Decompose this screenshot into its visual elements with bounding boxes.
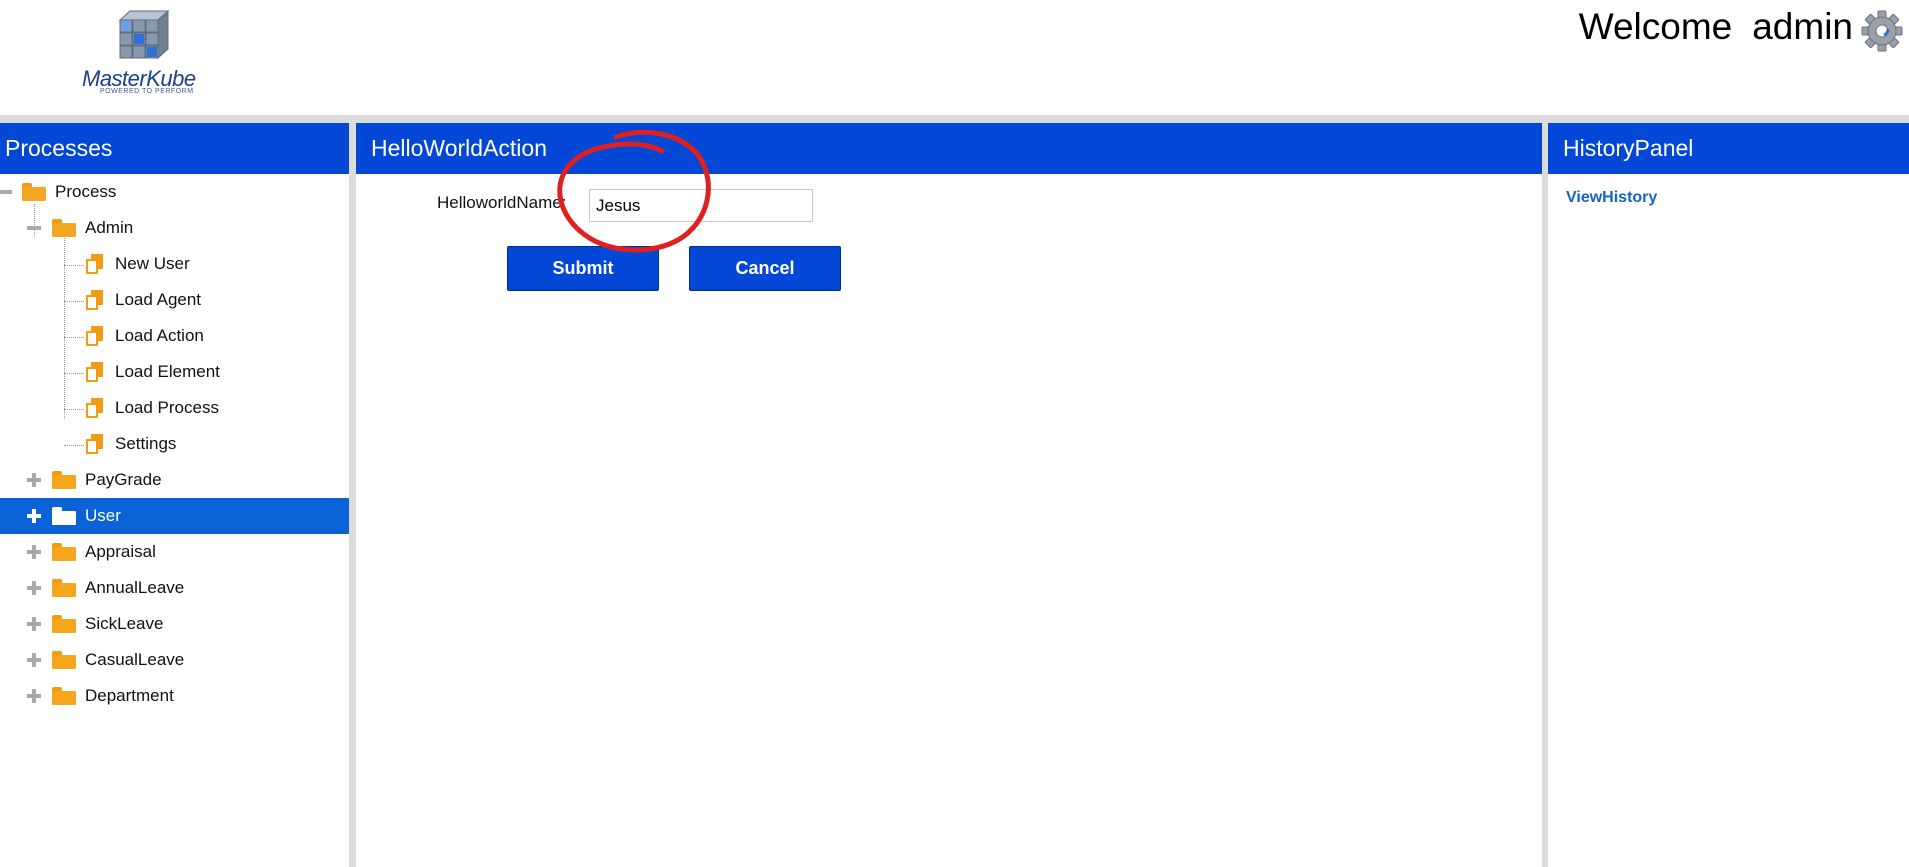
helloworld-name-input[interactable] — [589, 189, 813, 222]
tree-item-label: PayGrade — [85, 470, 162, 489]
folder-icon — [52, 615, 76, 633]
tree-item-sickleave[interactable]: SickLeave — [0, 606, 349, 642]
panel-splitter[interactable] — [349, 123, 356, 867]
tree-item-process[interactable]: Process — [0, 174, 349, 210]
folder-icon — [52, 507, 76, 525]
tree-item-new-user[interactable]: New User — [0, 246, 349, 282]
action-panel: HelloWorldAction — [356, 123, 1542, 867]
tree-item-settings[interactable]: Settings — [0, 426, 349, 462]
folder-open-icon — [52, 219, 76, 237]
tree-item-label: CasualLeave — [85, 650, 185, 669]
tree-item-label: Appraisal — [85, 542, 156, 561]
expand-icon[interactable] — [27, 689, 41, 703]
cube-logo-icon — [118, 9, 170, 60]
tree-item-label: Load Process — [115, 398, 219, 417]
expand-icon[interactable] — [27, 581, 41, 595]
tree-item-paygrade[interactable]: PayGrade — [0, 462, 349, 498]
folder-icon — [52, 471, 76, 489]
tree-item-label: Load Element — [115, 362, 220, 381]
document-icon — [86, 254, 104, 274]
tree-item-user[interactable]: User — [0, 498, 349, 534]
tree-item-label: New User — [115, 254, 190, 273]
history-panel-title: HistoryPanel — [1548, 123, 1909, 174]
document-icon — [86, 290, 104, 310]
username: admin — [1752, 6, 1853, 47]
header-divider — [0, 115, 1909, 123]
expand-icon[interactable] — [27, 509, 41, 523]
tree-item-appraisal[interactable]: Appraisal — [0, 534, 349, 570]
processes-panel: Processes Process Admin New User Load Ag… — [0, 123, 349, 867]
tree-item-load-agent[interactable]: Load Agent — [0, 282, 349, 318]
expand-icon[interactable] — [27, 653, 41, 667]
tree-item-department[interactable]: Department — [0, 678, 349, 714]
document-icon — [86, 362, 104, 382]
app-header: MasterKube POWERED TO PERFORM Welcome adm… — [0, 0, 1909, 115]
expand-icon[interactable] — [27, 473, 41, 487]
folder-open-icon — [22, 183, 46, 201]
document-icon — [86, 434, 104, 454]
welcome-label: Welcome — [1578, 6, 1733, 47]
folder-icon — [52, 687, 76, 705]
folder-icon — [52, 651, 76, 669]
cancel-button[interactable]: Cancel — [689, 246, 841, 291]
action-panel-title: HelloWorldAction — [356, 123, 1542, 174]
tree-item-label: User — [85, 506, 121, 525]
document-icon — [86, 326, 104, 346]
processes-panel-title: Processes — [0, 123, 349, 174]
tree-item-label: Admin — [85, 218, 134, 237]
tree-item-label: Process — [55, 182, 117, 201]
document-icon — [86, 398, 104, 418]
masterkube-logo[interactable]: MasterKube POWERED TO PERFORM — [80, 4, 200, 95]
tree-item-label: Department — [85, 686, 174, 705]
history-panel: HistoryPanel — [1548, 123, 1909, 867]
expand-icon[interactable] — [27, 617, 41, 631]
welcome-message: Welcome admin — [1579, 6, 1853, 48]
expand-icon[interactable] — [27, 545, 41, 559]
submit-button[interactable]: Submit — [507, 246, 659, 291]
tree-item-label: SickLeave — [85, 614, 164, 633]
tree-item-load-action[interactable]: Load Action — [0, 318, 349, 354]
tree-item-admin[interactable]: Admin — [0, 210, 349, 246]
view-history-link[interactable]: ViewHistory — [1566, 189, 1657, 207]
tree-item-load-element[interactable]: Load Element — [0, 354, 349, 390]
folder-icon — [52, 543, 76, 561]
tree-item-annualleave[interactable]: AnnualLeave — [0, 570, 349, 606]
gear-icon[interactable] — [1861, 10, 1903, 52]
tree-item-label: Settings — [115, 434, 177, 453]
tree-item-label: Load Agent — [115, 290, 202, 309]
tree-item-label: Load Action — [115, 326, 204, 345]
helloworld-name-label: HelloworldName: — [437, 193, 567, 212]
logo-tagline: POWERED TO PERFORM — [100, 88, 194, 95]
tree-item-casualleave[interactable]: CasualLeave — [0, 642, 349, 678]
tree-item-load-process[interactable]: Load Process — [0, 390, 349, 426]
folder-icon — [52, 579, 76, 597]
tree-item-label: AnnualLeave — [85, 578, 185, 597]
collapse-icon[interactable] — [0, 185, 12, 199]
collapse-icon[interactable] — [27, 221, 41, 235]
